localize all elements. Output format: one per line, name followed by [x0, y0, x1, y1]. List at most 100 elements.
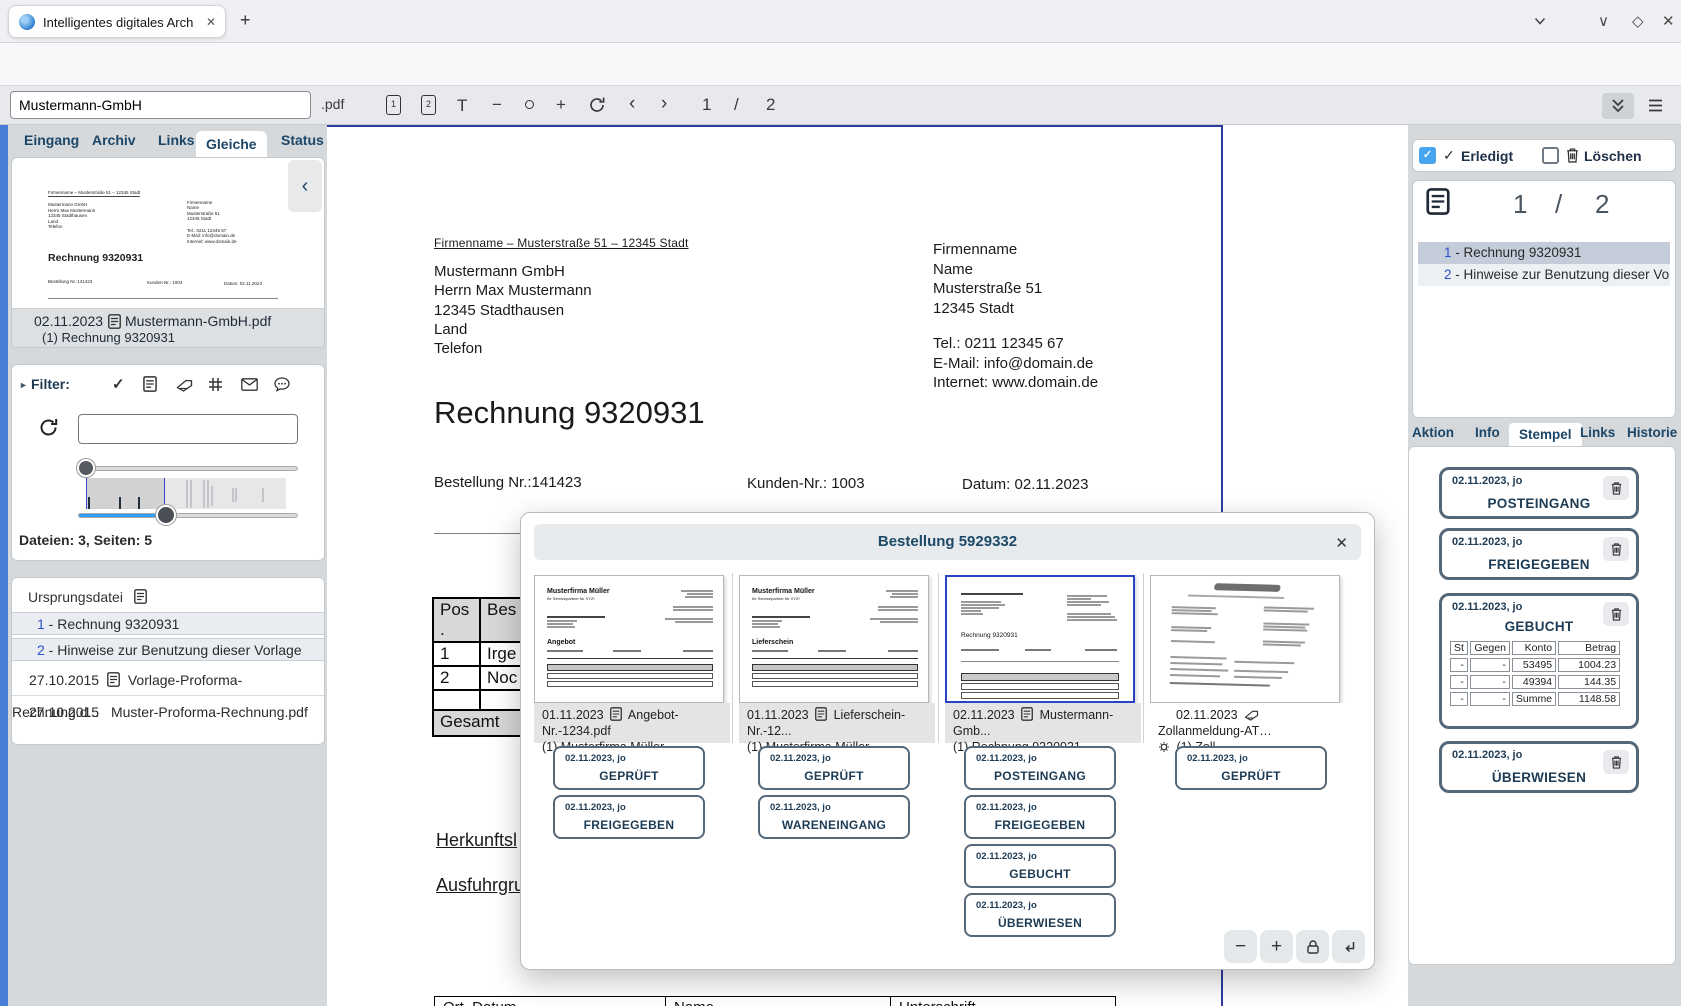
range-slider-end-track[interactable]	[78, 513, 298, 518]
next-page-icon[interactable]: ›	[661, 93, 667, 115]
range-slider-start-handle[interactable]	[77, 459, 95, 477]
pager-total: 2	[1595, 189, 1609, 220]
stamp-label: GEPRÜFT	[1177, 769, 1325, 783]
thumbnail-label[interactable]: 02.11.2023 Zollanmeldung-AT… (1) Zoll	[1150, 703, 1346, 743]
zoom-reset-icon[interactable]	[525, 100, 534, 109]
stamp-gebucht[interactable]: 02.11.2023, jo GEBUCHT St Gegen Konto Be…	[1439, 593, 1639, 729]
comment-filter-icon[interactable]	[274, 377, 290, 392]
status-panel: ✓ ✓ Erledigt Löschen	[1412, 139, 1676, 172]
thumb-order-no: Bestellung Nr.:141423	[48, 279, 92, 284]
page-list-item-selected[interactable]: 1 - Rechnung 9320931	[1418, 242, 1670, 264]
page-number: 2	[1444, 267, 1452, 282]
document-preview-panel[interactable]: ‹ Firmenname – Musterstraße 51 – 12345 S…	[11, 157, 325, 348]
stamp-ueberwiesen[interactable]: 02.11.2023, jo ÜBERWIESEN	[1439, 741, 1639, 793]
table-cell: 2	[433, 666, 480, 690]
page-label: Hinweise zur Benutzung dieser Vorlage	[57, 642, 301, 658]
rotate-icon[interactable]	[588, 96, 606, 114]
thumb-title: Rechnung 9320931	[48, 252, 143, 265]
stamp-label: FREIGEGEBEN	[555, 818, 703, 832]
tab-aktion[interactable]: Aktion	[1412, 425, 1454, 440]
browser-tab[interactable]: Intelligentes digitales Arch ✕	[8, 5, 226, 38]
stamp-freigegeben: 02.11.2023, jo FREIGEGEBEN	[553, 795, 705, 839]
zoom-in-button[interactable]: +	[1260, 930, 1293, 963]
thumb-title: Rechnung 9320931	[961, 632, 1018, 639]
range-slider-start-track[interactable]	[78, 466, 298, 471]
envelope-filter-icon[interactable]	[241, 378, 258, 391]
sidebar-tab-status[interactable]: Status	[281, 132, 324, 148]
zoom-in-button[interactable]: +	[556, 95, 566, 115]
sidebar-tab-gleiche[interactable]: Gleiche	[196, 131, 267, 157]
previous-page-icon[interactable]: ‹	[629, 93, 635, 115]
stamp-label: ÜBERWIESEN	[1442, 770, 1636, 785]
document-thumbnail-zollanmeldung[interactable]	[1150, 575, 1340, 703]
stamp-freigegeben[interactable]: 02.11.2023, jo FREIGEGEBEN	[1439, 528, 1639, 580]
tab-info[interactable]: Info	[1475, 425, 1500, 440]
layout-single-page-icon[interactable]: 1	[386, 95, 401, 115]
signature-cell: Unterschrift	[891, 997, 1116, 1006]
document-thumbnail-angebot[interactable]: Musterfirma Müller Ihr Servicepartner fü…	[534, 575, 724, 703]
browser-tab-bar: Intelligentes digitales Arch ✕ + ∨ ◇ ✕	[0, 0, 1681, 43]
layout-two-page-icon[interactable]: 2	[421, 95, 436, 115]
range-slider-end-handle[interactable]	[156, 505, 176, 525]
doc-order-no: Bestellung Nr.:141423	[434, 474, 582, 491]
delete-checkbox[interactable]	[1542, 147, 1559, 164]
stamp-geprueft: 02.11.2023, jo GEPRÜFT	[758, 746, 910, 790]
tab-historie[interactable]: Historie	[1627, 425, 1677, 440]
toolbar-menu-icon[interactable]	[1648, 99, 1663, 112]
window-minimize-icon[interactable]: ∨	[1598, 12, 1609, 30]
document-filter-icon[interactable]	[143, 376, 157, 392]
thumbnail-label[interactable]: 01.11.2023 Lieferschein-Nr.-12... (1) Mu…	[739, 703, 935, 743]
filter-text-input[interactable]	[78, 414, 298, 444]
scanner-filter-icon[interactable]	[176, 378, 193, 392]
origin-page-item[interactable]: 2 - Hinweise zur Benutzung dieser Vorlag…	[12, 638, 324, 661]
tab-overflow-icon[interactable]	[1532, 13, 1548, 29]
application-window: Intelligentes digitales Arch ✕ + ∨ ◇ ✕ h…	[0, 0, 1681, 1006]
thumbnail-label[interactable]: 01.11.2023 Angebot-Nr.-1234.pdf (1) Must…	[534, 703, 730, 743]
tab-links[interactable]: Links	[1580, 425, 1615, 440]
doc-origin-label: Herkunftsl	[436, 830, 517, 851]
thumbnail-label-selected[interactable]: 02.11.2023 Mustermann-Gmb... (1) Rechnun…	[945, 703, 1141, 743]
done-checkbox[interactable]: ✓	[1419, 147, 1436, 164]
tab-stempel[interactable]: Stempel	[1509, 423, 1582, 446]
collapse-toolbar-button[interactable]	[1602, 93, 1634, 119]
document-thumbnail-lieferschein[interactable]: Musterfirma Müller Ihr Servicepartner fü…	[739, 575, 929, 703]
sidebar-tab-eingang[interactable]: Eingang	[24, 132, 79, 148]
sidebar-tab-links[interactable]: Links	[158, 132, 195, 148]
document-thumbnail-rechnung-selected[interactable]: Rechnung 9320931	[945, 575, 1135, 703]
dialog-close-icon[interactable]: ✕	[1335, 534, 1348, 552]
window-close-icon[interactable]: ✕	[1662, 12, 1675, 30]
booking-cell: -	[1470, 675, 1510, 689]
doc-sender-line: Firmenname – Musterstraße 51 – 12345 Sta…	[434, 236, 689, 250]
thumb-company: Firmenname Name Musterstraße 51 12345 St…	[187, 200, 220, 222]
document-name-input[interactable]	[10, 91, 311, 119]
zoom-out-button[interactable]: −	[1224, 930, 1257, 963]
gear-icon	[1158, 741, 1170, 753]
page-number: 1	[37, 616, 45, 632]
page-list-item[interactable]: 2 - Hinweise zur Benutzung dieser Vo…	[1418, 264, 1670, 286]
thumb-contact: Tel.: 0211 12345 67 E-Mail: info@domain.…	[187, 228, 237, 244]
thumb-divider	[48, 298, 278, 299]
delete-label: Löschen	[1584, 148, 1642, 164]
filter-expand-icon[interactable]: ►	[19, 380, 28, 390]
grid-filter-icon[interactable]	[208, 377, 223, 392]
origin-file-item[interactable]: 27.10.2015 Vorlage-Proforma-Rechnung.d..…	[12, 664, 324, 696]
refresh-filter-icon[interactable]	[38, 417, 59, 438]
doc-company-block: Firmenname Name Musterstraße 51 12345 St…	[933, 240, 1042, 318]
collapse-panel-icon[interactable]: ‹	[288, 160, 322, 212]
sidebar-tab-archiv[interactable]: Archiv	[92, 132, 136, 148]
origin-page-item[interactable]: 1 - Rechnung 9320931	[12, 612, 324, 635]
table-cell	[433, 690, 480, 710]
insert-arrow-button[interactable]	[1332, 930, 1365, 963]
window-maximize-icon[interactable]: ◇	[1632, 12, 1644, 30]
stamp-posteingang[interactable]: 02.11.2023, jo POSTEINGANG	[1439, 467, 1639, 519]
new-tab-button[interactable]: +	[240, 10, 251, 31]
text-tool-button[interactable]: T	[457, 96, 467, 116]
zoom-out-button[interactable]: −	[492, 95, 502, 115]
check-filter-icon[interactable]: ✓	[112, 375, 125, 393]
trash-icon	[1565, 147, 1580, 163]
page-label: Rechnung 9320931	[57, 616, 179, 632]
file-list-item[interactable]: 02.11.2023 Mustermann-GmbH.pdf (1) Rechn…	[12, 308, 324, 347]
lock-button[interactable]	[1296, 930, 1329, 963]
origin-file-item[interactable]: 27.10.2015 Muster-Proforma-Rechnung.pdf	[12, 696, 324, 728]
tab-close-icon[interactable]: ✕	[206, 15, 216, 29]
